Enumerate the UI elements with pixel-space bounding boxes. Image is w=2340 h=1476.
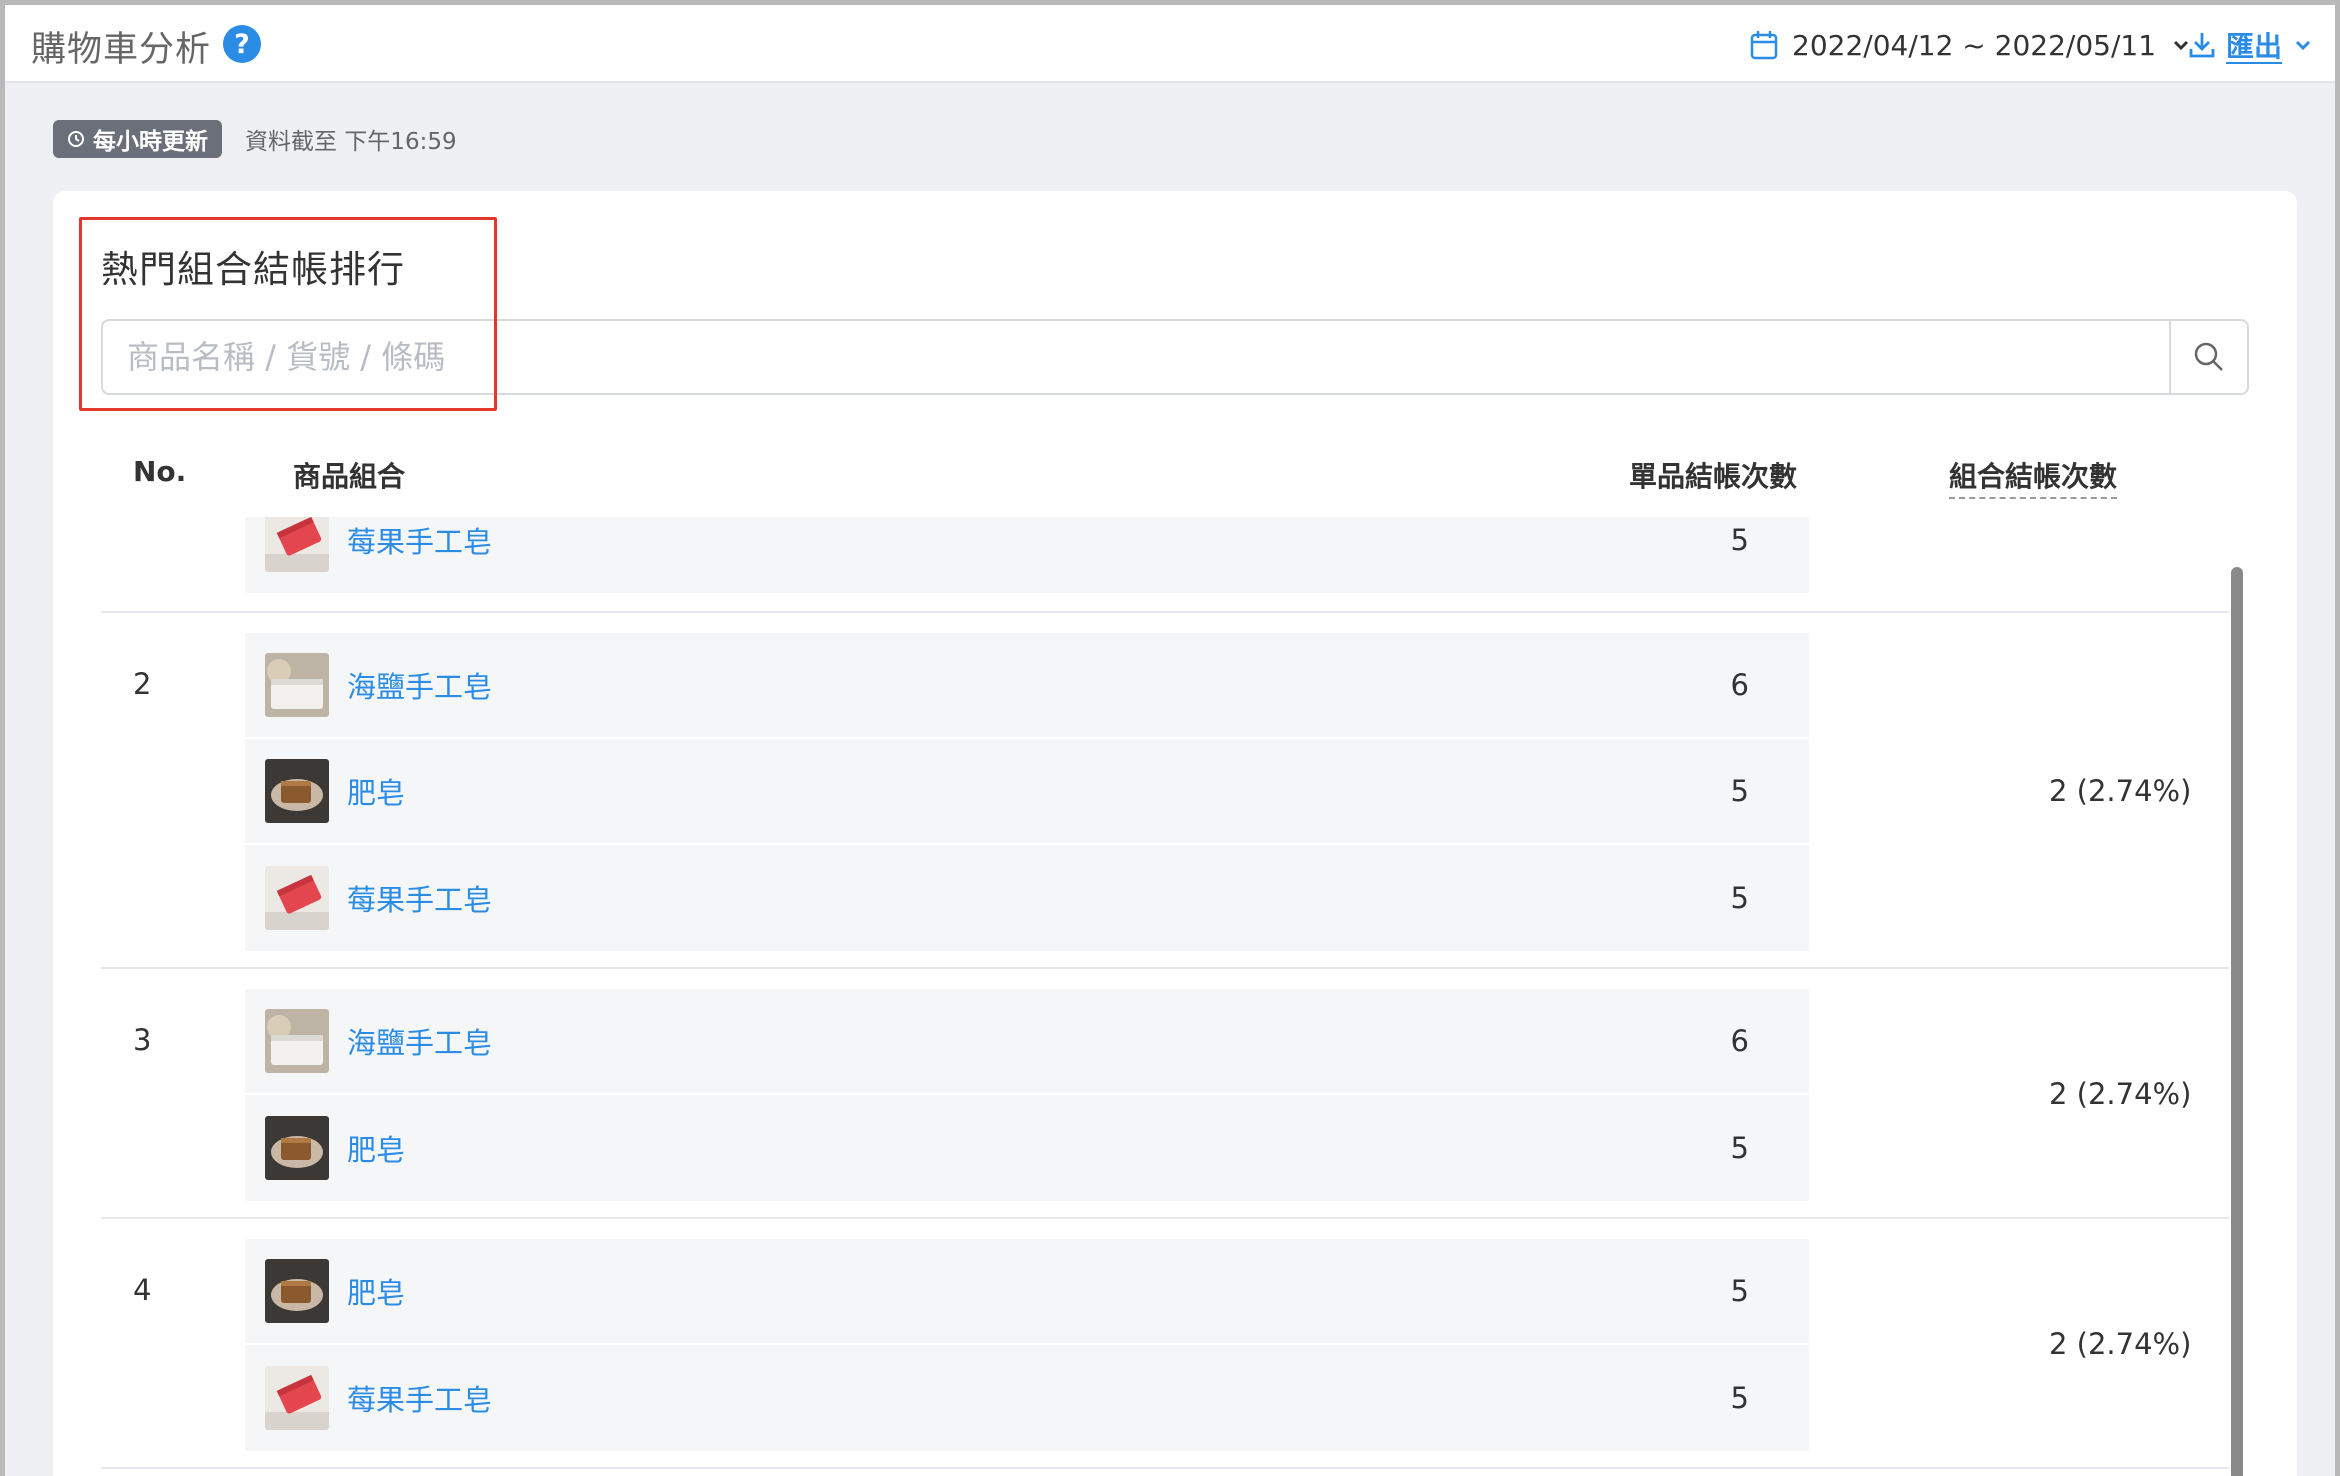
- rank-number: 4: [133, 1273, 152, 1307]
- single-checkout-count: 5: [1730, 881, 1749, 915]
- top-bar: 購物車分析 ? 2022/04/12 ~ 2022/05/11 匯出: [5, 5, 2335, 83]
- ranking-card: 熱門組合結帳排行 No. 商品組合 單品結帳次數 組合結帳次數 莓果手工皂 5 海鹽…: [53, 191, 2297, 1476]
- column-header-group-count[interactable]: 組合結帳次數: [1949, 455, 2118, 499]
- chevron-down-icon: [2295, 40, 2311, 51]
- product-link[interactable]: 莓果手工皂: [347, 519, 492, 561]
- product-thumbnail: [265, 517, 329, 572]
- product-link[interactable]: 海鹽手工皂: [347, 1020, 492, 1062]
- column-header-single-count: 單品結帳次數: [1629, 460, 1798, 493]
- page-title: 購物車分析: [31, 30, 212, 70]
- combo-item: 肥皂 5: [245, 739, 1809, 845]
- product-thumbnail: [265, 759, 329, 823]
- rank-number: 3: [133, 1023, 152, 1057]
- combo-item: 肥皂 5: [245, 1239, 1809, 1345]
- column-header-combo: 商品組合: [293, 460, 406, 493]
- product-combination: 海鹽手工皂 6 肥皂 5: [245, 989, 1809, 1201]
- table-row: 海鹽手工皂 6 肥皂 5 莓果手工皂 5 2 2 (2.74%): [101, 613, 2229, 969]
- product-combination: 莓果手工皂 5: [245, 517, 1809, 593]
- combo-item: 海鹽手工皂 6: [245, 989, 1809, 1095]
- export-label: 匯出: [2226, 30, 2283, 63]
- combo-item: 莓果手工皂 5: [245, 1345, 1809, 1451]
- card-title: 熱門組合結帳排行: [101, 248, 405, 291]
- search-icon: [2194, 342, 2223, 371]
- table-row: 肥皂 5 莓果手工皂 5 4 2 (2.74%): [101, 1219, 2229, 1469]
- table-row: 莓果手工皂 5: [101, 517, 2229, 613]
- export-button[interactable]: 匯出: [2188, 23, 2314, 67]
- single-checkout-count: 5: [1730, 523, 1749, 557]
- download-icon: [2189, 33, 2215, 58]
- combo-item: 肥皂 5: [245, 1095, 1809, 1201]
- combo-checkout-count: 2 (2.74%): [2049, 1077, 2192, 1111]
- table-row: 海鹽手工皂 6 肥皂 5 3 2 (2.74%): [101, 969, 2229, 1219]
- product-combination: 海鹽手工皂 6 肥皂 5 莓果手工皂 5: [245, 633, 1809, 951]
- search-input[interactable]: [103, 321, 2169, 393]
- app-window: 購物車分析 ? 2022/04/12 ~ 2022/05/11 匯出 每小時更新…: [0, 0, 2340, 1476]
- update-badge-label: 每小時更新: [93, 129, 208, 155]
- single-checkout-count: 6: [1730, 668, 1749, 702]
- question-circle-icon[interactable]: ?: [223, 25, 261, 63]
- single-checkout-count: 5: [1730, 1381, 1749, 1415]
- calendar-icon: [1750, 31, 1778, 60]
- product-thumbnail: [265, 1366, 329, 1430]
- clock-icon: [68, 131, 84, 147]
- product-link[interactable]: 莓果手工皂: [347, 877, 492, 919]
- single-checkout-count: 5: [1730, 1274, 1749, 1308]
- combo-checkout-count: 2 (2.74%): [2049, 1327, 2192, 1361]
- product-thumbnail: [265, 1116, 329, 1180]
- product-link[interactable]: 肥皂: [347, 1270, 405, 1312]
- product-thumbnail: [265, 866, 329, 930]
- product-link[interactable]: 肥皂: [347, 770, 405, 812]
- rank-number: 2: [133, 667, 152, 701]
- combo-item: 莓果手工皂 5: [245, 517, 1809, 593]
- single-checkout-count: 5: [1730, 774, 1749, 808]
- update-frequency-badge: 每小時更新: [53, 120, 222, 158]
- single-checkout-count: 6: [1730, 1024, 1749, 1058]
- vertical-scrollbar[interactable]: [2231, 567, 2243, 1476]
- product-link[interactable]: 莓果手工皂: [347, 1377, 492, 1419]
- product-thumbnail: [265, 653, 329, 717]
- combo-checkout-count: 2 (2.74%): [2049, 774, 2192, 808]
- date-range-text: 2022/04/12 ~ 2022/05/11: [1792, 28, 2157, 62]
- search-button[interactable]: [2169, 321, 2247, 393]
- combo-item: 莓果手工皂 5: [245, 845, 1809, 951]
- data-timestamp: 資料截至 下午16:59: [245, 129, 457, 155]
- combo-item: 海鹽手工皂 6: [245, 633, 1809, 739]
- product-link[interactable]: 海鹽手工皂: [347, 664, 492, 706]
- product-link[interactable]: 肥皂: [347, 1127, 405, 1169]
- product-thumbnail: [265, 1259, 329, 1323]
- product-thumbnail: [265, 1009, 329, 1073]
- table-body[interactable]: 莓果手工皂 5 海鹽手工皂 6 肥皂 5 莓果手工皂 5 2 2 (2.74%) 海鹽手工皂 6 肥皂 5…: [53, 517, 2297, 1476]
- column-header-no: No.: [133, 455, 187, 488]
- product-combination: 肥皂 5 莓果手工皂 5: [245, 1239, 1809, 1451]
- date-range-picker[interactable]: 2022/04/12 ~ 2022/05/11: [1750, 23, 2192, 67]
- single-checkout-count: 5: [1730, 1131, 1749, 1165]
- search-box: [101, 319, 2249, 395]
